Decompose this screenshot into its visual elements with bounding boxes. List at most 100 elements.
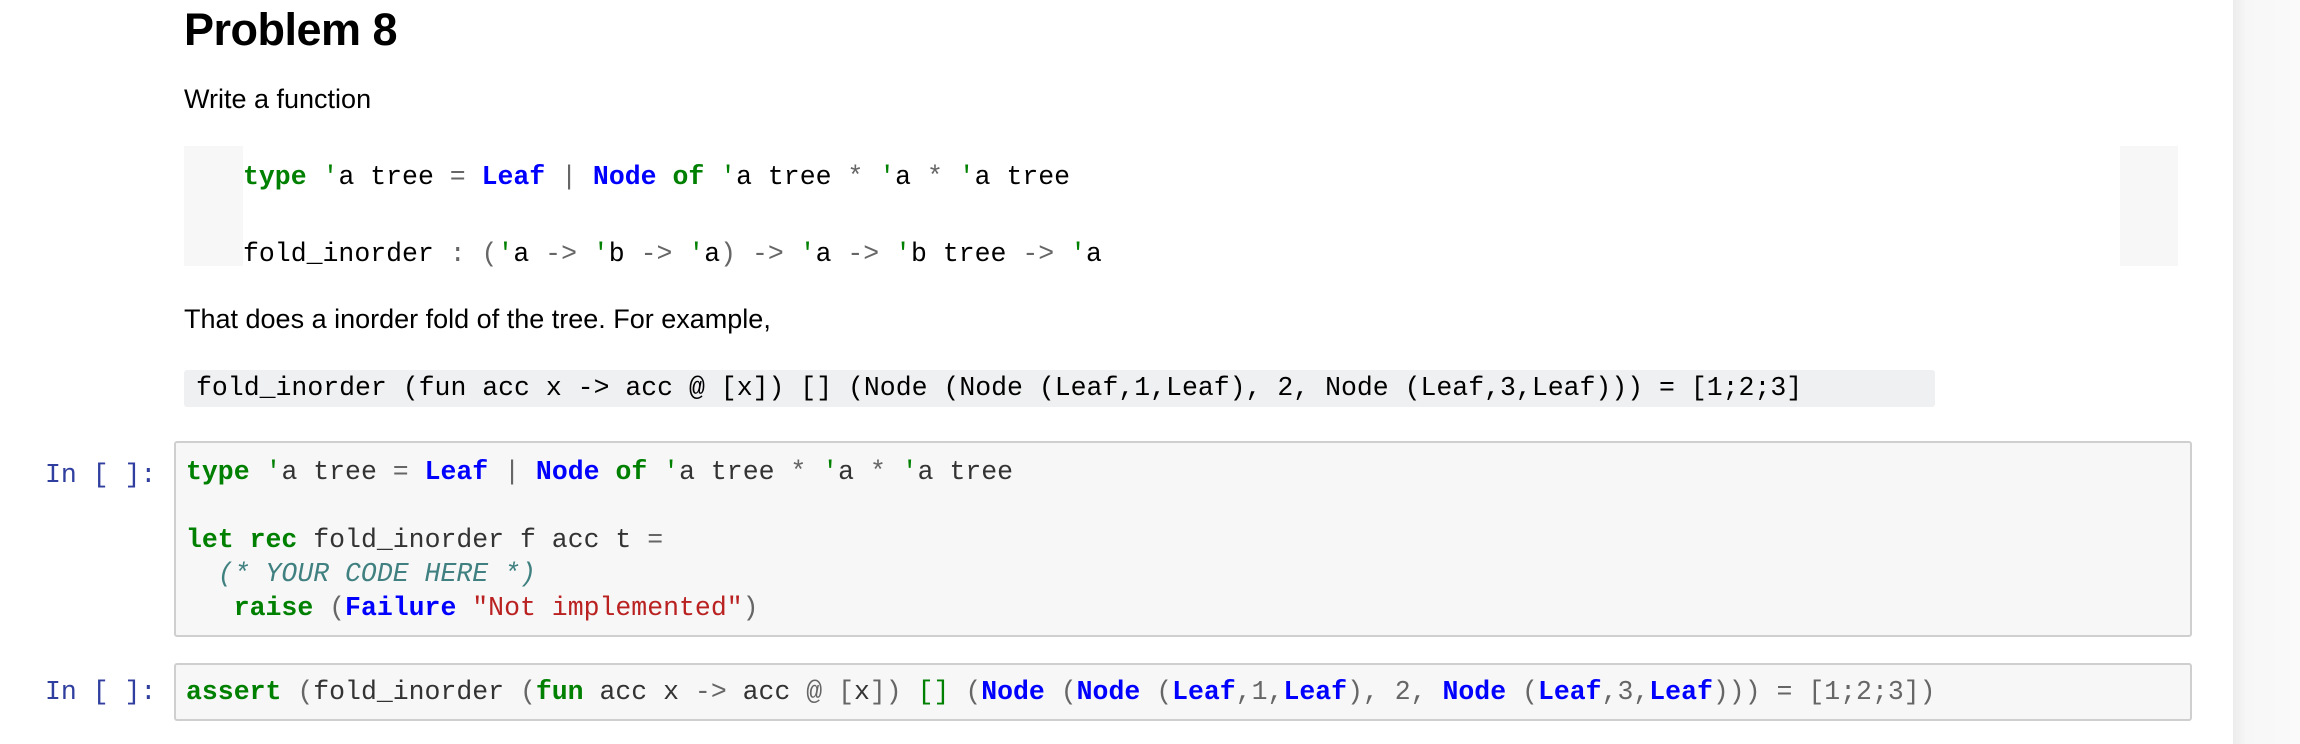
code-token: Node: [1076, 677, 1141, 707]
code-token: Leaf: [424, 457, 489, 487]
code-token: ': [822, 457, 839, 487]
code-token: Node: [1442, 677, 1507, 707]
code-token: rec: [249, 525, 298, 555]
code-token: *: [869, 457, 886, 487]
code-token: ': [592, 239, 609, 269]
code-token: fold_inorder: [313, 677, 520, 707]
code-cell-definition[interactable]: type 'a tree = Leaf | Node of 'a tree * …: [174, 441, 2192, 637]
code-token: *: [926, 162, 943, 192]
code-token: =: [1776, 677, 1793, 707]
code-token: fold_inorder: [243, 239, 450, 269]
notebook-scroll-area[interactable]: [2233, 0, 2300, 744]
code-token: assert: [186, 677, 282, 707]
code-token: *: [790, 457, 807, 487]
code-token: ': [799, 239, 816, 269]
code-token: (: [481, 239, 498, 269]
code-editor[interactable]: type 'a tree = Leaf | Node of 'a tree * …: [186, 455, 1013, 625]
code-token: ': [901, 457, 918, 487]
code-token: Node: [981, 677, 1045, 707]
code-cell-test[interactable]: assert (fold_inorder (fun acc x -> acc @…: [174, 663, 2192, 721]
code-token: 2,: [1394, 677, 1427, 707]
code-token: ]): [869, 677, 902, 707]
code-token: ,1,: [1235, 677, 1284, 707]
code-token: a tree: [917, 457, 1014, 487]
code-token: ): [742, 593, 759, 623]
code-token: =: [392, 457, 409, 487]
code-token: :: [449, 239, 466, 269]
code-token: b: [608, 239, 641, 269]
code-token: ': [497, 239, 514, 269]
code-token: (: [297, 677, 314, 707]
code-token: Node: [592, 162, 657, 192]
code-token: raise: [233, 593, 314, 623]
code-token: a tree: [338, 162, 450, 192]
code-token: x: [853, 677, 870, 707]
code-token: ->: [545, 239, 577, 269]
code-token: type: [186, 457, 250, 487]
code-token: Failure: [345, 593, 457, 623]
cell-prompt: In [ ]:: [45, 460, 157, 490]
code-token: ': [879, 162, 896, 192]
code-token: Node: [535, 457, 600, 487]
code-token: [: [838, 677, 854, 707]
code-editor[interactable]: assert (fold_inorder (fun acc x -> acc @…: [186, 675, 1936, 709]
code-token: a: [895, 162, 927, 192]
code-token: ): [720, 239, 737, 269]
code-token: (: [1156, 677, 1173, 707]
code-token: [1;2;3]): [1808, 677, 1936, 707]
code-token: "Not implemented": [472, 593, 743, 623]
function-signature-line: fold_inorder : ('a -> 'b -> 'a) -> 'a ->…: [243, 237, 1102, 271]
code-token: acc: [726, 677, 807, 707]
code-token: ))): [1712, 677, 1761, 707]
code-token: Leaf: [481, 162, 546, 192]
code-token: ->: [694, 677, 727, 707]
code-token: ': [1070, 239, 1086, 269]
code-token: []: [917, 677, 950, 707]
code-line: raise (Failure "Not implemented"): [186, 591, 1013, 625]
code-token: ->: [751, 239, 784, 269]
code-token: of: [672, 162, 705, 192]
code-token: ': [265, 457, 282, 487]
example-code-text: fold_inorder (fun acc x -> acc @ [x]) []…: [196, 373, 1803, 403]
code-token: |: [561, 162, 578, 192]
code-token: ,3,: [1601, 677, 1650, 707]
intro-text: Write a function: [184, 84, 372, 114]
code-token: of: [615, 457, 648, 487]
code-token: a: [513, 239, 546, 269]
code-line: let rec fold_inorder f acc t =: [186, 523, 1013, 557]
code-token: acc x: [583, 677, 695, 707]
problem-heading: Problem 8: [184, 4, 398, 55]
code-token: a: [1085, 239, 1102, 269]
code-token: ': [663, 457, 680, 487]
code-token: *: [847, 162, 864, 192]
code-token: ': [322, 162, 339, 192]
code-token: Leaf: [1172, 677, 1236, 707]
code-token: (: [519, 677, 536, 707]
code-token: (: [329, 593, 346, 623]
